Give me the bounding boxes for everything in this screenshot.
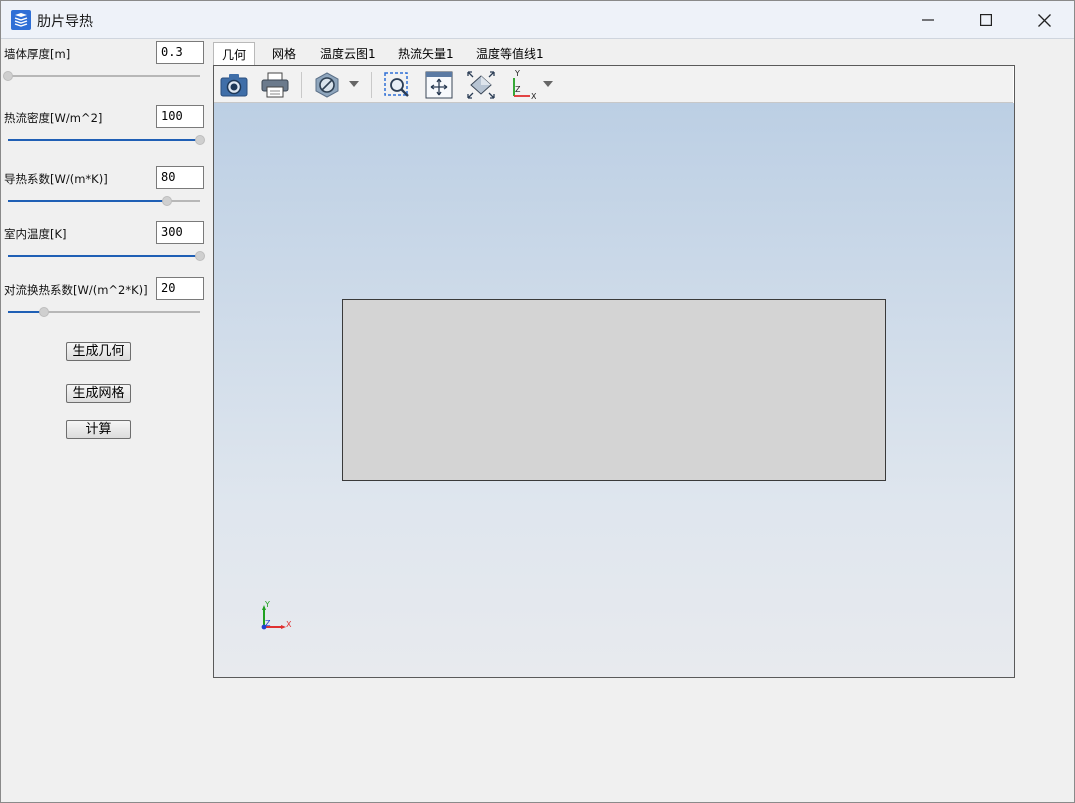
indoor-temp-input[interactable]: 300 — [156, 221, 204, 244]
fit-view-button[interactable] — [465, 70, 497, 100]
slider-thumb[interactable] — [195, 135, 205, 145]
pan-icon — [425, 71, 453, 99]
svg-text:Z: Z — [515, 85, 521, 94]
chevron-down-icon[interactable] — [543, 81, 553, 87]
no-entry-icon — [315, 72, 339, 98]
heat-flux-label: 热流密度[W/m^2] — [4, 111, 103, 125]
viewer-toolbar: Y X Z — [214, 66, 1013, 103]
tab-heat-flux-vector[interactable]: 热流矢量1 — [390, 42, 462, 66]
app-icon — [11, 10, 31, 30]
tab-geometry[interactable]: 几何 — [213, 42, 256, 66]
generate-geometry-button[interactable]: 生成几何 — [66, 342, 131, 361]
slider-thumb[interactable] — [39, 307, 50, 317]
indoor-temp-label: 室内温度[K] — [4, 227, 67, 241]
title-bar: 肋片导热 — [1, 1, 1074, 39]
heat-flux-input[interactable]: 100 — [156, 105, 204, 128]
close-button[interactable] — [1015, 1, 1073, 39]
close-icon — [1037, 13, 1051, 27]
zoom-box-icon — [384, 72, 409, 97]
wall-thickness-slider[interactable] — [3, 70, 200, 82]
svg-text:X: X — [531, 92, 536, 100]
z-axis-label: Z — [265, 619, 271, 628]
indoor-temp-slider[interactable] — [8, 250, 205, 262]
slider-thumb[interactable] — [162, 196, 173, 206]
axis-triad: Y X Z — [261, 600, 292, 630]
generate-mesh-button[interactable]: 生成网格 — [66, 384, 131, 403]
maximize-icon — [980, 14, 992, 26]
y-axis-label: Y — [264, 600, 270, 609]
window-title: 肋片导热 — [37, 14, 93, 30]
screenshot-button[interactable] — [218, 70, 250, 100]
print-button[interactable] — [259, 70, 291, 100]
convection-coef-label: 对流换热系数[W/(m^2*K)] — [4, 283, 148, 297]
convection-coef-slider[interactable] — [8, 306, 200, 318]
conductivity-label: 导热系数[W/(m*K)] — [4, 172, 108, 186]
camera-icon — [220, 74, 248, 97]
svg-text:Y: Y — [514, 70, 520, 78]
tab-temperature-contour[interactable]: 温度云图1 — [312, 42, 384, 66]
conductivity-slider[interactable] — [8, 195, 200, 207]
app-window: 肋片导热 墙体厚度[m] 0.3 热流密度[W/m^2] 100 导热系数[W/… — [0, 0, 1075, 803]
wall-thickness-label: 墙体厚度[m] — [4, 47, 71, 61]
axis-view-icon: Y X Z — [513, 70, 536, 100]
fit-view-icon — [467, 71, 495, 99]
print-icon — [261, 72, 289, 98]
minimize-icon — [922, 19, 934, 21]
heat-flux-slider[interactable] — [8, 134, 205, 146]
x-axis-label: X — [286, 620, 292, 629]
compute-button[interactable]: 计算 — [66, 420, 131, 439]
maximize-button[interactable] — [957, 1, 1015, 39]
wall-thickness-input[interactable]: 0.3 — [156, 41, 204, 64]
slider-thumb[interactable] — [3, 71, 13, 81]
clip-toggle-button[interactable] — [311, 70, 343, 100]
geometry-rectangle — [342, 299, 886, 481]
conductivity-input[interactable]: 80 — [156, 166, 204, 189]
zoom-box-button[interactable] — [381, 70, 413, 100]
slider-thumb[interactable] — [195, 251, 205, 261]
minimize-button[interactable] — [899, 1, 957, 39]
tab-mesh[interactable]: 网格 — [264, 42, 304, 66]
chevron-down-icon[interactable] — [349, 81, 359, 87]
tab-temperature-isolines[interactable]: 温度等值线1 — [468, 42, 552, 66]
convection-coef-input[interactable]: 20 — [156, 277, 204, 300]
axis-view-button[interactable]: Y X Z — [505, 70, 537, 100]
pan-button[interactable] — [423, 70, 455, 100]
